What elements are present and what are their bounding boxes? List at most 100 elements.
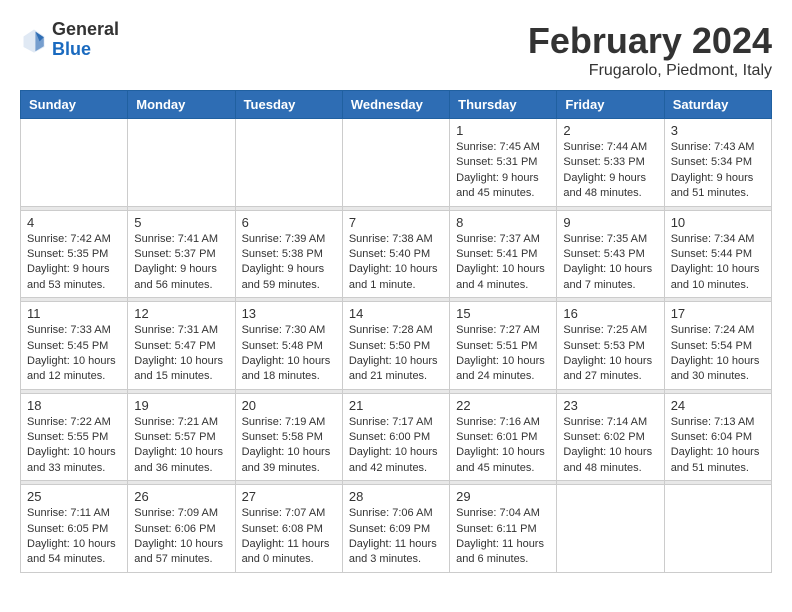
- calendar-header-row: SundayMondayTuesdayWednesdayThursdayFrid…: [21, 91, 772, 119]
- calendar-cell: 19Sunrise: 7:21 AM Sunset: 5:57 PM Dayli…: [128, 393, 235, 481]
- day-number: 9: [563, 215, 657, 230]
- day-info: Sunrise: 7:42 AM Sunset: 5:35 PM Dayligh…: [27, 232, 121, 294]
- calendar-cell: 21 Sunrise: 7:17 AM Sunset: 6:00 PM Dayli…: [342, 393, 449, 481]
- day-number: 22: [456, 398, 550, 413]
- day-number: 21: [349, 398, 443, 413]
- day-info: Sunrise: 7:19 AM Sunset: 5:58 PM Dayligh…: [242, 415, 336, 477]
- day-info: Sunrise: 7:17 AM Sunset: 6:00 PM Dayligh…: [349, 415, 443, 477]
- calendar-cell: [557, 485, 664, 573]
- calendar-cell: 4 Sunrise: 7:42 AM Sunset: 5:35 PM Daylig…: [21, 210, 128, 298]
- logo-icon: [20, 26, 48, 54]
- calendar-cell: 25 Sunrise: 7:11 AM Sunset: 6:05 PM Dayli…: [21, 485, 128, 573]
- title-section: February 2024 Frugarolo, Piedmont, Italy: [528, 20, 772, 80]
- calendar-cell: 1 Sunrise: 7:45 AM Sunset: 5:31 PM Daylig…: [450, 119, 557, 207]
- day-number: 16: [563, 306, 657, 321]
- header-friday: Friday: [557, 91, 664, 119]
- day-number: 1: [456, 123, 550, 138]
- calendar: SundayMondayTuesdayWednesdayThursdayFrid…: [20, 90, 772, 573]
- day-info: Sunrise: 7:33 AM Sunset: 5:45 PM Dayligh…: [27, 323, 121, 385]
- day-info: Sunrise: 7:04 AM Sunset: 6:11 PM Dayligh…: [456, 506, 550, 568]
- day-number: 28: [349, 489, 443, 504]
- day-info: Sunrise: 7:37 AM Sunset: 5:41 PM Dayligh…: [456, 232, 550, 294]
- day-info: Sunrise: 7:28 AM Sunset: 5:50 PM Dayligh…: [349, 323, 443, 385]
- day-info: Sunrise: 7:11 AM Sunset: 6:05 PM Dayligh…: [27, 506, 121, 568]
- day-number: 2: [563, 123, 657, 138]
- calendar-cell: 2 Sunrise: 7:44 AM Sunset: 5:33 PM Daylig…: [557, 119, 664, 207]
- calendar-cell: 7Sunrise: 7:38 AM Sunset: 5:40 PM Daylig…: [342, 210, 449, 298]
- day-info: Sunrise: 7:25 AM Sunset: 5:53 PM Dayligh…: [563, 323, 657, 385]
- calendar-cell: [235, 119, 342, 207]
- day-info: Sunrise: 7:09 AM Sunset: 6:06 PM Dayligh…: [134, 506, 228, 568]
- calendar-cell: 17Sunrise: 7:24 AM Sunset: 5:54 PM Dayli…: [664, 302, 771, 390]
- day-number: 3: [671, 123, 765, 138]
- day-number: 23: [563, 398, 657, 413]
- calendar-cell: [21, 119, 128, 207]
- day-info: Sunrise: 7:14 AM Sunset: 6:02 PM Dayligh…: [563, 415, 657, 477]
- calendar-cell: 27Sunrise: 7:07 AM Sunset: 6:08 PM Dayli…: [235, 485, 342, 573]
- calendar-week-5: 25 Sunrise: 7:11 AM Sunset: 6:05 PM Dayli…: [21, 485, 772, 573]
- header-saturday: Saturday: [664, 91, 771, 119]
- day-number: 20: [242, 398, 336, 413]
- calendar-cell: 16 Sunrise: 7:25 AM Sunset: 5:53 PM Dayli…: [557, 302, 664, 390]
- header: General Blue February 2024 Frugarolo, Pi…: [20, 20, 772, 80]
- day-info: Sunrise: 7:06 AM Sunset: 6:09 PM Dayligh…: [349, 506, 443, 568]
- calendar-cell: 22Sunrise: 7:16 AM Sunset: 6:01 PM Dayli…: [450, 393, 557, 481]
- day-number: 13: [242, 306, 336, 321]
- calendar-week-3: 11 Sunrise: 7:33 AM Sunset: 5:45 PM Dayli…: [21, 302, 772, 390]
- calendar-cell: 29 Sunrise: 7:04 AM Sunset: 6:11 PM Dayli…: [450, 485, 557, 573]
- calendar-cell: 9 Sunrise: 7:35 AM Sunset: 5:43 PM Daylig…: [557, 210, 664, 298]
- day-info: Sunrise: 7:22 AM Sunset: 5:55 PM Dayligh…: [27, 415, 121, 477]
- calendar-cell: 18Sunrise: 7:22 AM Sunset: 5:55 PM Dayli…: [21, 393, 128, 481]
- day-info: Sunrise: 7:38 AM Sunset: 5:40 PM Dayligh…: [349, 232, 443, 294]
- calendar-cell: 6Sunrise: 7:39 AM Sunset: 5:38 PM Daylig…: [235, 210, 342, 298]
- calendar-cell: 8Sunrise: 7:37 AM Sunset: 5:41 PM Daylig…: [450, 210, 557, 298]
- calendar-week-1: 1 Sunrise: 7:45 AM Sunset: 5:31 PM Daylig…: [21, 119, 772, 207]
- calendar-cell: 14 Sunrise: 7:28 AM Sunset: 5:50 PM Dayli…: [342, 302, 449, 390]
- calendar-cell: [664, 485, 771, 573]
- day-number: 14: [349, 306, 443, 321]
- day-number: 11: [27, 306, 121, 321]
- logo-general-text: General: [52, 20, 119, 40]
- day-info: Sunrise: 7:31 AM Sunset: 5:47 PM Dayligh…: [134, 323, 228, 385]
- day-info: Sunrise: 7:34 AM Sunset: 5:44 PM Dayligh…: [671, 232, 765, 294]
- header-thursday: Thursday: [450, 91, 557, 119]
- logo-text: General Blue: [52, 20, 119, 60]
- calendar-week-2: 4 Sunrise: 7:42 AM Sunset: 5:35 PM Daylig…: [21, 210, 772, 298]
- calendar-cell: 26Sunrise: 7:09 AM Sunset: 6:06 PM Dayli…: [128, 485, 235, 573]
- day-info: Sunrise: 7:24 AM Sunset: 5:54 PM Dayligh…: [671, 323, 765, 385]
- day-number: 15: [456, 306, 550, 321]
- day-info: Sunrise: 7:41 AM Sunset: 5:37 PM Dayligh…: [134, 232, 228, 294]
- day-number: 6: [242, 215, 336, 230]
- day-number: 12: [134, 306, 228, 321]
- day-info: Sunrise: 7:35 AM Sunset: 5:43 PM Dayligh…: [563, 232, 657, 294]
- day-number: 10: [671, 215, 765, 230]
- calendar-cell: 5 Sunrise: 7:41 AM Sunset: 5:37 PM Daylig…: [128, 210, 235, 298]
- day-number: 4: [27, 215, 121, 230]
- logo: General Blue: [20, 20, 119, 60]
- calendar-cell: [128, 119, 235, 207]
- calendar-cell: 23 Sunrise: 7:14 AM Sunset: 6:02 PM Dayli…: [557, 393, 664, 481]
- day-info: Sunrise: 7:27 AM Sunset: 5:51 PM Dayligh…: [456, 323, 550, 385]
- location-title: Frugarolo, Piedmont, Italy: [528, 62, 772, 80]
- calendar-cell: 3 Sunrise: 7:43 AM Sunset: 5:34 PM Daylig…: [664, 119, 771, 207]
- logo-blue-text: Blue: [52, 40, 119, 60]
- calendar-cell: 11 Sunrise: 7:33 AM Sunset: 5:45 PM Dayli…: [21, 302, 128, 390]
- header-monday: Monday: [128, 91, 235, 119]
- day-number: 29: [456, 489, 550, 504]
- day-info: Sunrise: 7:07 AM Sunset: 6:08 PM Dayligh…: [242, 506, 336, 568]
- day-number: 25: [27, 489, 121, 504]
- calendar-cell: 10 Sunrise: 7:34 AM Sunset: 5:44 PM Dayli…: [664, 210, 771, 298]
- calendar-cell: 12 Sunrise: 7:31 AM Sunset: 5:47 PM Dayli…: [128, 302, 235, 390]
- calendar-cell: 15 Sunrise: 7:27 AM Sunset: 5:51 PM Dayli…: [450, 302, 557, 390]
- day-number: 5: [134, 215, 228, 230]
- header-tuesday: Tuesday: [235, 91, 342, 119]
- day-info: Sunrise: 7:43 AM Sunset: 5:34 PM Dayligh…: [671, 140, 765, 202]
- day-info: Sunrise: 7:45 AM Sunset: 5:31 PM Dayligh…: [456, 140, 550, 202]
- day-info: Sunrise: 7:21 AM Sunset: 5:57 PM Dayligh…: [134, 415, 228, 477]
- day-info: Sunrise: 7:30 AM Sunset: 5:48 PM Dayligh…: [242, 323, 336, 385]
- calendar-cell: 13 Sunrise: 7:30 AM Sunset: 5:48 PM Dayli…: [235, 302, 342, 390]
- calendar-week-4: 18Sunrise: 7:22 AM Sunset: 5:55 PM Dayli…: [21, 393, 772, 481]
- day-info: Sunrise: 7:44 AM Sunset: 5:33 PM Dayligh…: [563, 140, 657, 202]
- calendar-cell: 20 Sunrise: 7:19 AM Sunset: 5:58 PM Dayli…: [235, 393, 342, 481]
- calendar-cell: 28 Sunrise: 7:06 AM Sunset: 6:09 PM Dayli…: [342, 485, 449, 573]
